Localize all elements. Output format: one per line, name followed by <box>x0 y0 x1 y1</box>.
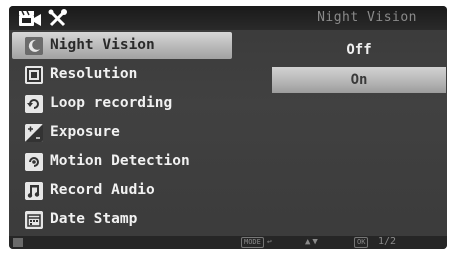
menu-item-label: Date Stamp <box>50 211 138 227</box>
page-title: Night Vision <box>317 10 417 25</box>
menu-item-resolution[interactable]: Resolution <box>12 61 232 88</box>
menu-item-motion-detection[interactable]: Motion Detection <box>12 148 232 175</box>
menu-item-date-stamp[interactable]: Date Stamp <box>12 206 232 233</box>
up-down-arrows-icon: ▲▼ <box>305 237 320 247</box>
menu-item-night-vision[interactable]: Night Vision <box>12 32 232 59</box>
motion-icon <box>25 153 43 171</box>
menu-item-label: Record Audio <box>50 182 155 198</box>
ok-button-hint: OK <box>354 237 369 248</box>
date-stamp-icon <box>25 211 43 229</box>
camera-settings-screen: Night Vision Night Vision Resolution Loo… <box>9 6 447 249</box>
menu-item-exposure[interactable]: Exposure <box>12 119 232 146</box>
mode-button-hint: MODE <box>241 237 264 248</box>
menu-item-label: Resolution <box>50 66 138 82</box>
video-camera-icon[interactable] <box>17 10 43 27</box>
option-on[interactable]: On <box>272 67 446 93</box>
menu-item-label: Exposure <box>50 124 120 140</box>
resolution-icon <box>25 66 43 84</box>
tools-icon[interactable] <box>48 9 68 28</box>
page-indicator: 1/2 <box>378 236 397 247</box>
menu-icon <box>13 238 23 247</box>
menu-item-label: Loop recording <box>50 95 173 111</box>
option-off[interactable]: Off <box>272 37 446 63</box>
back-arrow-icon: ↩ <box>267 237 272 246</box>
menu-item-record-audio[interactable]: Record Audio <box>12 177 232 204</box>
top-bar: Night Vision <box>9 6 447 30</box>
menu-item-loop-recording[interactable]: Loop recording <box>12 90 232 117</box>
loop-icon <box>25 95 43 113</box>
menu-item-label: Motion Detection <box>50 153 190 169</box>
moon-icon <box>25 37 43 55</box>
menu-item-label: Night Vision <box>50 37 155 53</box>
music-note-icon <box>25 182 43 200</box>
exposure-icon <box>25 124 43 142</box>
bottom-bar: MODE ↩ ▲▼ OK 1/2 <box>9 236 447 249</box>
